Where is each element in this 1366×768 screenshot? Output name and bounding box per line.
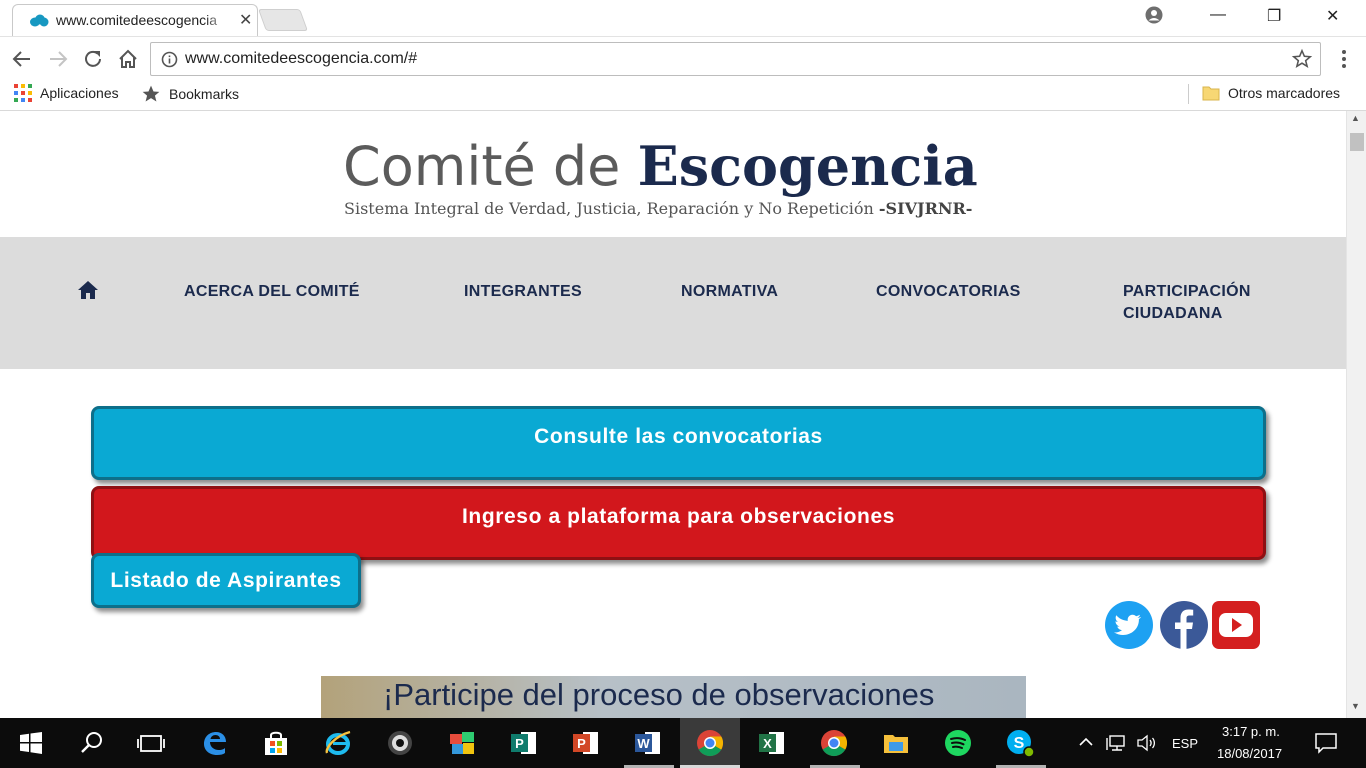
- logo-bold-text: Escogencia: [637, 134, 978, 198]
- home-icon[interactable]: [116, 47, 140, 71]
- volume-icon[interactable]: [1136, 732, 1158, 754]
- bookmarks-separator: [1188, 84, 1189, 104]
- nav-participacion[interactable]: PARTICIPACIÓN CIUDADANA: [1123, 281, 1283, 325]
- url-text[interactable]: www.comitedeescogencia.com/#: [185, 50, 417, 68]
- clock-date[interactable]: 18/08/2017: [1217, 746, 1282, 761]
- word-icon[interactable]: W: [633, 728, 663, 758]
- folder-icon: [1202, 86, 1220, 101]
- bookmark-star-icon[interactable]: [1291, 48, 1313, 70]
- windows-start-icon[interactable]: [16, 728, 46, 758]
- svg-text:S: S: [1014, 735, 1025, 752]
- file-explorer-icon[interactable]: [881, 728, 911, 758]
- page-scrollbar[interactable]: ▲ ▼: [1346, 111, 1366, 718]
- tab-strip: www.comitedeescogencia ✕ — ❐ ✕: [0, 0, 1366, 36]
- aspirantes-button[interactable]: Listado de Aspirantes: [91, 553, 361, 608]
- back-arrow-icon[interactable]: [10, 47, 34, 71]
- close-window-button[interactable]: ✕: [1326, 6, 1339, 26]
- svg-text:P: P: [515, 736, 524, 751]
- scroll-down-arrow-icon[interactable]: ▼: [1351, 701, 1360, 711]
- svg-text:X: X: [763, 736, 772, 751]
- windows-taskbar: P P W X S ESP 3:17 p. m. 18/08/2017: [0, 718, 1366, 768]
- chrome-icon[interactable]: [695, 728, 725, 758]
- apps-label: Aplicaciones: [40, 85, 119, 101]
- logo-subtitle: Sistema Integral de Verdad, Justicia, Re…: [344, 199, 972, 218]
- other-bookmarks-folder[interactable]: Otros marcadores: [1202, 84, 1340, 102]
- browser-tab[interactable]: www.comitedeescogencia ✕: [12, 4, 258, 36]
- language-indicator[interactable]: ESP: [1172, 736, 1198, 751]
- svg-text:W: W: [637, 736, 650, 751]
- skype-icon[interactable]: S: [1005, 728, 1035, 758]
- powerpoint-icon[interactable]: P: [571, 728, 601, 758]
- convocatorias-button[interactable]: Consulte las convocatorias: [91, 406, 1266, 480]
- nav-normativa[interactable]: NORMATIVA: [681, 281, 778, 303]
- internet-explorer-icon[interactable]: [323, 728, 353, 758]
- minimize-button[interactable]: —: [1210, 6, 1226, 24]
- reload-icon[interactable]: [81, 47, 105, 71]
- nav-integrantes[interactable]: INTEGRANTES: [464, 281, 582, 303]
- paint-app-icon[interactable]: [447, 728, 477, 758]
- youtube-icon[interactable]: [1212, 601, 1260, 649]
- tray-chevron-up-icon[interactable]: [1076, 732, 1096, 752]
- network-icon[interactable]: [1106, 732, 1128, 754]
- observaciones-banner[interactable]: ¡Participe del proceso de observaciones: [321, 676, 1026, 718]
- camera-app-icon[interactable]: [385, 728, 415, 758]
- facebook-icon[interactable]: [1160, 601, 1208, 649]
- web-page: Comité de Escogencia Sistema Integral de…: [0, 111, 1346, 718]
- profile-icon[interactable]: [1145, 6, 1163, 24]
- site-logo[interactable]: Comité de Escogencia Sistema Integral de…: [343, 133, 1023, 233]
- scroll-up-arrow-icon[interactable]: ▲: [1351, 113, 1360, 123]
- task-view-icon[interactable]: [136, 728, 166, 758]
- browser-toolbar: www.comitedeescogencia.com/#: [0, 36, 1366, 80]
- notifications-icon[interactable]: [1314, 731, 1338, 755]
- salesforce-cloud-icon: [30, 14, 49, 27]
- excel-icon[interactable]: X: [757, 728, 787, 758]
- tab-close-icon[interactable]: ✕: [239, 10, 252, 30]
- scroll-thumb[interactable]: [1350, 133, 1364, 151]
- logo-subtitle-text: Sistema Integral de Verdad, Justicia, Re…: [344, 199, 879, 218]
- info-icon[interactable]: [161, 51, 178, 68]
- new-tab-button[interactable]: [257, 9, 309, 31]
- apps-bookmark[interactable]: Aplicaciones: [14, 84, 119, 102]
- address-bar[interactable]: www.comitedeescogencia.com/#: [150, 42, 1321, 76]
- svg-text:P: P: [577, 736, 586, 751]
- nav-convocatorias[interactable]: CONVOCATORIAS: [876, 281, 1021, 303]
- banner-text: ¡Participe del proceso de observaciones: [383, 677, 935, 712]
- twitter-icon[interactable]: [1105, 601, 1153, 649]
- main-navigation: ACERCA DEL COMITÉ INTEGRANTES NORMATIVA …: [0, 237, 1346, 369]
- edge-icon[interactable]: [199, 728, 229, 758]
- nav-acerca[interactable]: ACERCA DEL COMITÉ: [184, 281, 360, 303]
- bookmarks-folder[interactable]: Bookmarks: [141, 84, 239, 104]
- spotify-icon[interactable]: [943, 728, 973, 758]
- home-icon[interactable]: [78, 281, 98, 299]
- bookmarks-bar: Aplicaciones Bookmarks Otros marcadores: [0, 80, 1366, 111]
- bookmarks-label: Bookmarks: [169, 86, 240, 102]
- clock-time[interactable]: 3:17 p. m.: [1222, 724, 1280, 739]
- apps-grid-icon: [14, 84, 32, 102]
- publisher-icon[interactable]: P: [509, 728, 539, 758]
- logo-light-text: Comité de: [343, 135, 638, 198]
- observaciones-button[interactable]: Ingreso a plataforma para observaciones: [91, 486, 1266, 560]
- forward-arrow-icon[interactable]: [46, 47, 70, 71]
- star-icon: [142, 85, 160, 102]
- tab-title: www.comitedeescogencia: [56, 12, 232, 28]
- restore-button[interactable]: ❐: [1267, 6, 1281, 26]
- store-icon[interactable]: [261, 728, 291, 758]
- other-bookmarks-label: Otros marcadores: [1228, 85, 1341, 101]
- logo-title: Comité de Escogencia: [343, 133, 1023, 200]
- chrome-icon-2[interactable]: [819, 728, 849, 758]
- logo-acronym: -SIVJRNR-: [878, 199, 973, 218]
- search-icon[interactable]: [77, 728, 107, 758]
- menu-dots-icon[interactable]: [1337, 49, 1351, 69]
